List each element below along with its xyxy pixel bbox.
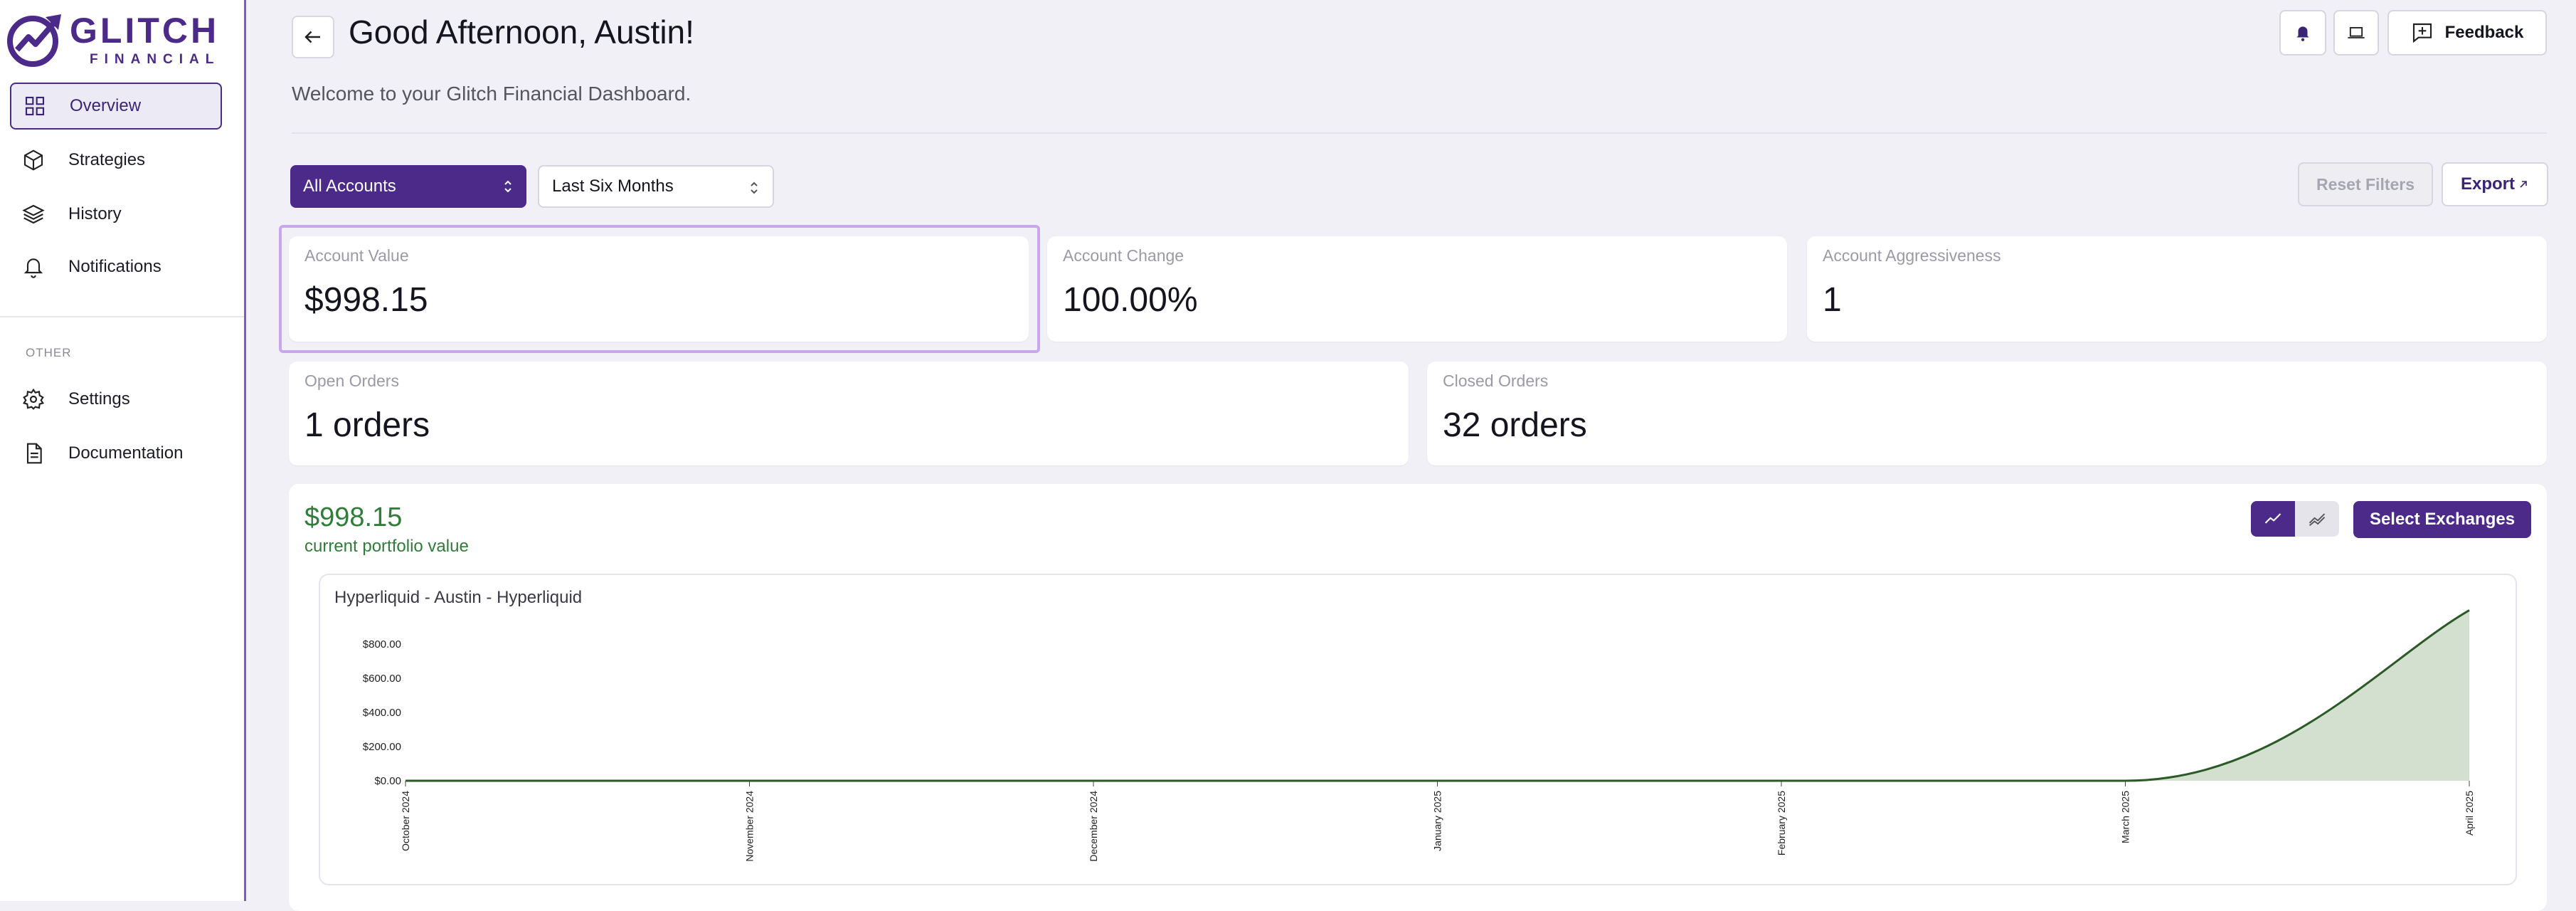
arrow-left-icon <box>304 31 320 43</box>
sidebar-item-label: Notifications <box>68 257 161 276</box>
card-label: Open Orders <box>304 372 399 390</box>
card-value: 1 <box>1823 281 1842 319</box>
sidebar-item-label: Overview <box>70 96 142 115</box>
sidebar-item-history[interactable]: History <box>10 191 222 238</box>
card-label: Account Change <box>1063 246 1184 265</box>
select-exchanges-button[interactable]: Select Exchanges <box>2353 501 2531 538</box>
cube-icon <box>21 148 46 172</box>
gear-icon <box>21 387 46 411</box>
period-select-value: Last Six Months <box>552 177 674 196</box>
sidebar: GLITCH FINANCIAL Overview Strategies His… <box>0 0 246 901</box>
layers-icon <box>21 202 46 226</box>
card-label: Closed Orders <box>1443 372 1549 390</box>
chart-title: Hyperliquid - Austin - Hyperliquid <box>334 588 583 607</box>
sidebar-item-settings[interactable]: Settings <box>10 376 222 423</box>
logo[interactable]: GLITCH FINANCIAL <box>4 9 220 70</box>
feedback-button[interactable]: Feedback <box>2387 10 2547 56</box>
portfolio-value-label: current portfolio value <box>304 537 469 556</box>
sidebar-item-label: Settings <box>68 389 130 409</box>
open-orders-card: Open Orders 1 orders <box>289 362 1409 465</box>
sidebar-item-notifications[interactable]: Notifications <box>10 243 222 290</box>
notifications-button[interactable] <box>2279 10 2326 56</box>
message-plus-icon <box>2412 23 2432 43</box>
chart-container <box>319 574 2517 885</box>
bell-icon <box>2296 26 2309 41</box>
sidebar-item-label: Documentation <box>68 443 184 463</box>
header-divider <box>292 132 2547 134</box>
account-select-value: All Accounts <box>303 177 396 196</box>
page-title: Good Afternoon, Austin! <box>349 14 694 51</box>
sidebar-item-label: Strategies <box>68 150 146 169</box>
export-label: Export <box>2460 174 2515 194</box>
laptop-icon <box>2348 27 2365 38</box>
display-mode-button[interactable] <box>2333 10 2379 56</box>
card-label: Account Aggressiveness <box>1823 246 2001 265</box>
back-button[interactable] <box>292 16 334 58</box>
account-select[interactable]: All Accounts <box>290 165 526 208</box>
portfolio-value: $998.15 <box>304 502 403 532</box>
account-aggressiveness-card: Account Aggressiveness 1 <box>1807 236 2547 342</box>
sidebar-item-overview[interactable]: Overview <box>10 83 222 130</box>
trend-line-icon <box>2264 513 2281 524</box>
card-value: 1 orders <box>304 406 430 444</box>
sidebar-item-label: History <box>68 204 122 223</box>
card-value: 32 orders <box>1443 406 1587 444</box>
logo-title: GLITCH <box>70 10 220 51</box>
sidebar-item-documentation[interactable]: Documentation <box>10 430 222 477</box>
export-button[interactable]: Export <box>2442 162 2548 206</box>
grid-icon <box>23 94 47 118</box>
welcome-text: Welcome to your Glitch Financial Dashboa… <box>292 83 691 105</box>
chevron-up-down-icon <box>504 180 512 193</box>
account-change-card: Account Change 100.00% <box>1047 236 1787 342</box>
sidebar-item-strategies[interactable]: Strategies <box>10 137 222 184</box>
feedback-label: Feedback <box>2444 23 2524 42</box>
period-select[interactable]: Last Six Months <box>538 165 774 208</box>
compare-chart-toggle[interactable] <box>2295 501 2339 537</box>
selection-highlight <box>279 225 1040 353</box>
card-value: 100.00% <box>1063 281 1198 319</box>
reset-filters-button[interactable]: Reset Filters <box>2298 162 2433 206</box>
external-link-icon <box>2520 181 2527 188</box>
sidebar-divider <box>0 316 244 317</box>
logo-subtitle: FINANCIAL <box>90 51 221 67</box>
chevron-up-down-icon <box>751 181 758 194</box>
bell-icon <box>21 255 46 279</box>
logo-mark-icon <box>7 14 61 67</box>
document-icon <box>21 441 46 465</box>
line-chart-toggle[interactable] <box>2251 501 2295 537</box>
sidebar-section-label: OTHER <box>26 346 72 359</box>
multi-line-icon <box>2309 513 2326 527</box>
closed-orders-card: Closed Orders 32 orders <box>1427 362 2547 465</box>
